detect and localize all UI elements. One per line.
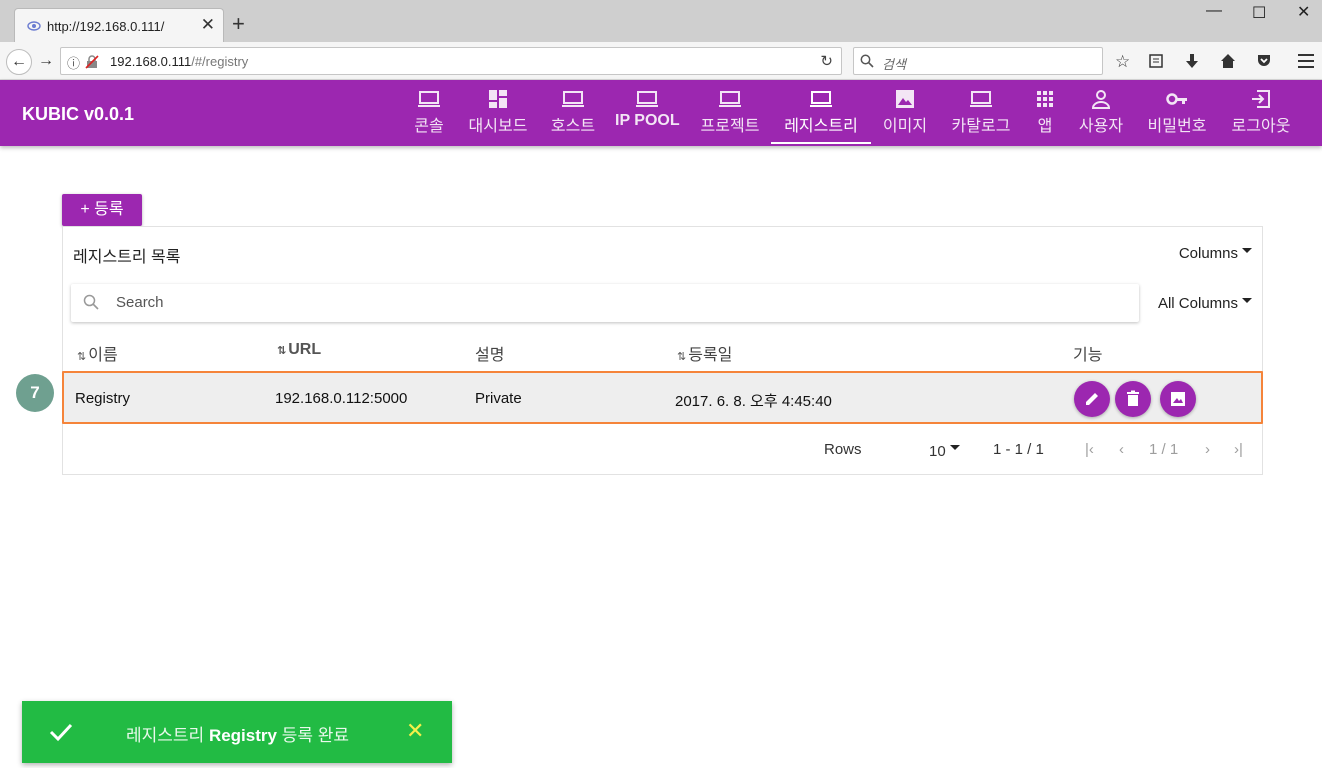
search-icon: [83, 294, 99, 310]
table-row[interactable]: Registry 192.168.0.112:5000 Private 2017…: [62, 371, 1263, 424]
sort-icon: ⇅: [77, 351, 87, 363]
close-tab-icon[interactable]: ✕: [201, 15, 215, 35]
menu-password[interactable]: 비밀번호: [1143, 88, 1211, 144]
search-placeholder: Search: [116, 294, 164, 311]
bookmark-star-icon[interactable]: ☆: [1115, 52, 1130, 72]
pagination-range: 1 - 1 / 1: [993, 441, 1044, 458]
caret-down-icon: [1242, 247, 1252, 253]
laptop-icon: [719, 91, 741, 107]
column-header-description: 설명: [475, 347, 505, 364]
registry-list-card: 레지스트리 목록 Columns Search All Columns ⇅ 이름 …: [62, 226, 1263, 475]
forward-icon[interactable]: →: [33, 49, 59, 75]
sort-icon: ⇅: [677, 351, 687, 363]
apps-icon: [1037, 91, 1053, 107]
columns-dropdown[interactable]: Columns: [1179, 245, 1252, 262]
pencil-icon: [1086, 393, 1098, 405]
laptop-icon: [636, 91, 658, 107]
key-icon: [1166, 93, 1187, 105]
minimize-icon[interactable]: —: [1206, 2, 1222, 20]
url-text: 192.168.0.111/#/registry: [110, 54, 249, 69]
menu-user[interactable]: 사용자: [1074, 88, 1128, 144]
search-icon: [860, 54, 874, 68]
cell-name: Registry: [75, 390, 131, 407]
menu-project[interactable]: 프로젝트: [696, 88, 764, 144]
rows-per-page-select[interactable]: 10: [929, 443, 960, 460]
close-toast-icon[interactable]: ✕: [406, 718, 424, 744]
menu-logout[interactable]: 로그아웃: [1227, 88, 1295, 144]
insecure-lock-icon: [85, 55, 99, 69]
table-search-input[interactable]: Search: [71, 284, 1139, 322]
tab-title: http://192.168.0.111/: [47, 19, 165, 34]
step-badge: 7: [16, 374, 54, 412]
first-page-icon[interactable]: |‹: [1085, 441, 1094, 458]
eye-favicon-icon: [27, 21, 41, 31]
person-icon: [1091, 90, 1111, 109]
pocket-icon[interactable]: [1256, 53, 1272, 69]
images-button[interactable]: [1160, 381, 1196, 417]
maximize-icon[interactable]: ☐: [1252, 3, 1266, 23]
column-header-date[interactable]: ⇅ 등록일: [677, 341, 732, 365]
menu-console[interactable]: 콘솔: [410, 88, 448, 144]
menu-host[interactable]: 호스트: [547, 88, 599, 144]
browser-tabbar: http://192.168.0.111/ ✕ + — ☐ ✕: [0, 0, 1322, 42]
reload-icon[interactable]: ↻: [820, 52, 833, 70]
last-page-icon[interactable]: ›|: [1234, 441, 1243, 458]
back-icon[interactable]: ←: [6, 49, 32, 75]
image-icon: [1171, 392, 1185, 406]
home-icon[interactable]: [1220, 53, 1236, 69]
success-toast: 레지스트리 Registry 등록 완료 ✕: [22, 701, 452, 763]
caret-down-icon: [1242, 297, 1252, 303]
menu-dashboard[interactable]: 대시보드: [464, 88, 532, 144]
browser-navbar: ← → ⓘ 192.168.0.111/#/registry ↻ 검색 ☆: [0, 42, 1322, 80]
laptop-icon: [970, 91, 992, 107]
next-page-icon[interactable]: ›: [1205, 441, 1210, 458]
menu-image[interactable]: 이미지: [879, 88, 931, 144]
menu-registry[interactable]: 레지스트리: [771, 88, 871, 144]
column-header-name[interactable]: ⇅ 이름: [77, 341, 118, 365]
dashboard-icon: [489, 90, 507, 108]
menu-ip-pool[interactable]: IP POOL: [615, 88, 680, 144]
url-bar[interactable]: ⓘ 192.168.0.111/#/registry ↻: [60, 47, 842, 75]
image-icon: [896, 90, 914, 108]
hamburger-menu-icon[interactable]: [1298, 54, 1314, 68]
window-close-icon[interactable]: ✕: [1297, 2, 1310, 22]
app-header: KUBIC v0.0.1 콘솔 대시보드 호스트 IP POOL 프로젝트 레지…: [0, 80, 1322, 146]
trash-icon: [1127, 390, 1139, 406]
browser-tab[interactable]: http://192.168.0.111/ ✕: [14, 8, 224, 42]
caret-down-icon: [949, 444, 960, 450]
app-brand: KUBIC v0.0.1: [22, 104, 135, 124]
menu-catalog[interactable]: 카탈로그: [947, 88, 1015, 144]
delete-button[interactable]: [1115, 381, 1151, 417]
column-header-actions: 기능: [1073, 347, 1103, 364]
check-icon: [49, 723, 73, 742]
rows-label: Rows: [824, 441, 862, 458]
card-title: 레지스트리 목록: [73, 249, 181, 266]
toast-message: 레지스트리 Registry 등록 완료: [126, 726, 349, 745]
cell-date: 2017. 6. 8. 오후 4:45:40: [675, 393, 832, 410]
browser-search-input[interactable]: 검색: [853, 47, 1103, 75]
menu-apps[interactable]: 앱: [1031, 88, 1059, 144]
register-button[interactable]: + 등록: [62, 194, 142, 226]
laptop-icon: [562, 91, 584, 107]
prev-page-icon[interactable]: ‹: [1119, 441, 1124, 458]
download-icon[interactable]: [1184, 53, 1200, 69]
search-placeholder: 검색: [882, 57, 906, 72]
all-columns-dropdown[interactable]: All Columns: [1158, 295, 1252, 312]
new-tab-icon[interactable]: +: [232, 13, 245, 35]
laptop-icon: [810, 91, 832, 107]
laptop-icon: [418, 91, 440, 107]
sort-icon: ⇅: [277, 345, 287, 357]
edit-button[interactable]: [1074, 381, 1110, 417]
page-indicator: 1 / 1: [1149, 441, 1179, 458]
column-header-url[interactable]: ⇅ URL: [277, 341, 321, 359]
exit-icon: [1252, 90, 1270, 108]
reading-list-icon[interactable]: [1148, 53, 1164, 69]
cell-description: Private: [475, 390, 522, 407]
cell-url: 192.168.0.112:5000: [275, 390, 408, 407]
site-info-icon[interactable]: ⓘ: [67, 53, 80, 72]
